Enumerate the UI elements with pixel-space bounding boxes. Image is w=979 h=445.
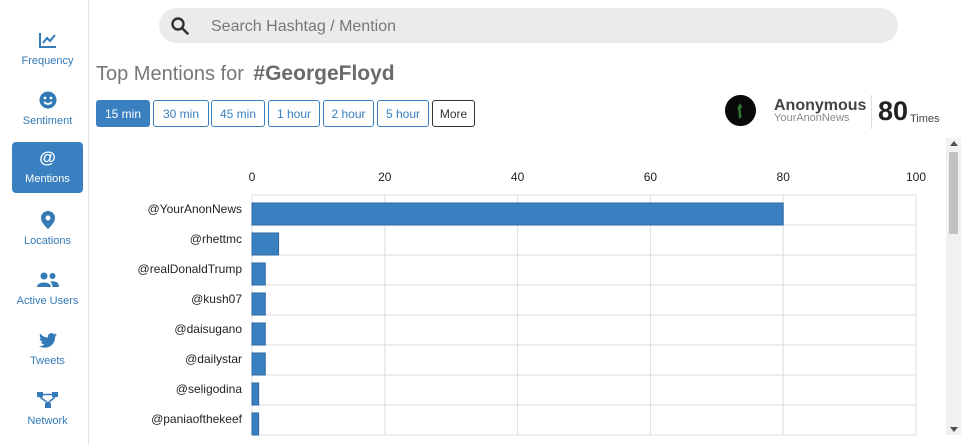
sidebar-item-network[interactable]: Network <box>12 384 83 435</box>
sidebar-item-label: Network <box>27 415 68 427</box>
sidebar: Frequency Sentiment @ Mentions Locations… <box>0 0 89 445</box>
more-button[interactable]: More <box>432 100 475 127</box>
time-30min-button[interactable]: 30 min <box>153 100 209 127</box>
divider <box>871 95 872 129</box>
sidebar-item-sentiment[interactable]: Sentiment <box>12 84 83 135</box>
sidebar-item-frequency[interactable]: Frequency <box>12 24 83 75</box>
bar <box>251 202 784 226</box>
top-user-handle: YourAnonNews <box>774 112 850 124</box>
smiley-icon <box>39 88 57 112</box>
sidebar-item-label: Locations <box>23 235 72 247</box>
time-1hour-button[interactable]: 1 hour <box>268 100 320 127</box>
at-sign-icon: @ <box>39 148 56 167</box>
category-label: @rhettmc <box>190 232 242 246</box>
x-tick-label: 80 <box>777 170 791 184</box>
scroll-thumb[interactable] <box>949 152 958 234</box>
bar <box>251 292 266 316</box>
sidebar-item-active-users[interactable]: Active Users <box>12 264 83 315</box>
scroll-down-arrow[interactable] <box>950 427 958 432</box>
time-5hour-button[interactable]: 5 hour <box>377 100 429 127</box>
search-input[interactable] <box>209 8 873 45</box>
mention-count-label: Times <box>910 113 940 125</box>
time-2hour-button[interactable]: 2 hour <box>323 100 374 127</box>
category-label: @seligodina <box>176 382 243 396</box>
sidebar-item-label: Tweets <box>30 355 65 367</box>
sidebar-item-label: Frequency <box>21 55 74 67</box>
bar <box>251 412 260 436</box>
x-tick-label: 100 <box>906 170 926 184</box>
network-icon <box>36 388 59 412</box>
sidebar-item-tweets[interactable]: Tweets <box>12 324 83 375</box>
category-label: @daisugano <box>174 322 242 336</box>
sidebar-item-mentions[interactable]: @ Mentions <box>12 142 83 193</box>
bar <box>251 232 280 256</box>
search-icon[interactable] <box>171 17 189 40</box>
avatar[interactable] <box>725 95 756 126</box>
scroll-up-arrow[interactable] <box>950 141 958 146</box>
category-label: @dailystar <box>185 352 242 366</box>
scrollbar[interactable] <box>946 138 961 435</box>
x-tick-label: 20 <box>378 170 392 184</box>
x-tick-label: 0 <box>249 170 256 184</box>
category-label: @kush07 <box>191 292 242 306</box>
bar <box>251 352 266 376</box>
page-title: Top Mentions for #GeorgeFloyd <box>96 62 395 86</box>
x-tick-label: 60 <box>644 170 658 184</box>
sidebar-item-label: Sentiment <box>22 115 73 127</box>
category-label: @YourAnonNews <box>148 202 242 216</box>
sidebar-item-label: Mentions <box>25 173 70 185</box>
page-title-prefix: Top Mentions for <box>96 63 244 85</box>
search-bar <box>159 8 898 45</box>
sidebar-item-locations[interactable]: Locations <box>12 204 83 255</box>
bar <box>251 382 260 406</box>
mentions-bar-chart: 0 20 40 60 80 100 @YourAnonNews @rhettmc @realDo… <box>138 170 926 436</box>
time-45min-button[interactable]: 45 min <box>211 100 265 127</box>
twitter-bird-icon <box>38 328 57 352</box>
category-label: @realDonaldTrump <box>138 262 243 276</box>
bar <box>251 262 266 286</box>
category-label: @paniaofthekeef <box>151 412 243 426</box>
sidebar-item-label: Active Users <box>16 295 79 307</box>
line-chart-icon <box>38 28 57 52</box>
map-pin-icon <box>40 208 55 232</box>
hashtag-label: #GeorgeFloyd <box>253 62 395 85</box>
bar <box>251 322 266 346</box>
x-tick-label: 40 <box>511 170 525 184</box>
users-icon <box>36 268 59 292</box>
mention-count: 80 <box>878 96 909 126</box>
time-15min-button[interactable]: 15 min <box>96 100 150 127</box>
